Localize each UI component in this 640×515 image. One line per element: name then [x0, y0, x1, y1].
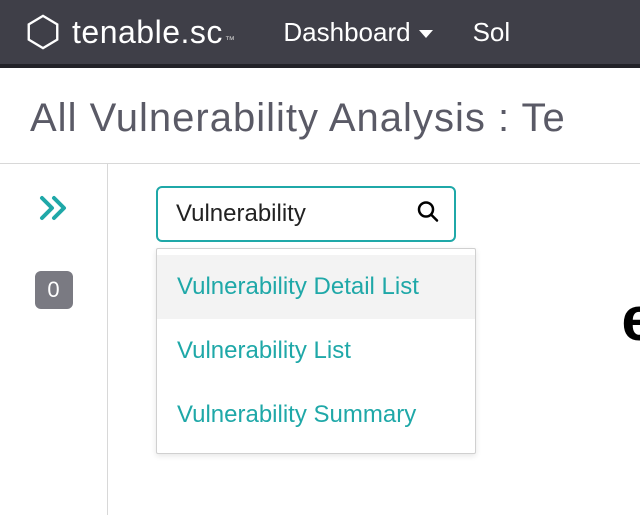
main-area: er Vulnerability Detail List Vulnerabili…: [108, 164, 640, 515]
chevrons-right-icon: [38, 194, 70, 222]
dropdown-item-vuln-summary[interactable]: Vulnerability Summary: [157, 383, 475, 447]
badge-count: 0: [47, 277, 59, 303]
content: 0 er Vulnerability Detail List Vulnerabi…: [0, 164, 640, 515]
brand-logo[interactable]: tenable.sc™: [24, 13, 235, 51]
hexagon-icon: [24, 13, 62, 51]
dropdown-item-label: Vulnerability List: [177, 337, 351, 364]
top-nav: tenable.sc™ Dashboard Sol: [0, 0, 640, 68]
page-title-area: All Vulnerability Analysis : Te: [0, 68, 640, 164]
left-rail: 0: [0, 164, 108, 515]
nav-item-solutions[interactable]: Sol: [473, 17, 511, 48]
search-icon[interactable]: [416, 200, 440, 229]
view-search-input[interactable]: [156, 186, 456, 242]
nav-items: Dashboard Sol: [283, 17, 510, 48]
page-title: All Vulnerability Analysis : Te: [30, 96, 610, 141]
caret-down-icon: [419, 30, 433, 38]
nav-label: Dashboard: [283, 17, 410, 48]
expand-sidebar-button[interactable]: [38, 194, 70, 227]
dropdown-item-vuln-detail-list[interactable]: Vulnerability Detail List: [157, 255, 475, 319]
dropdown-item-label: Vulnerability Detail List: [177, 273, 419, 300]
background-heading-fragment: er: [621, 284, 640, 355]
dropdown-item-vuln-list[interactable]: Vulnerability List: [157, 319, 475, 383]
nav-label: Sol: [473, 17, 511, 48]
dropdown-item-label: Vulnerability Summary: [177, 401, 416, 428]
filter-count-badge[interactable]: 0: [35, 271, 73, 309]
nav-item-dashboard[interactable]: Dashboard: [283, 17, 432, 48]
view-search-wrap: [156, 186, 456, 242]
brand-text: tenable.sc™: [72, 14, 235, 51]
view-dropdown: Vulnerability Detail List Vulnerability …: [156, 248, 476, 454]
